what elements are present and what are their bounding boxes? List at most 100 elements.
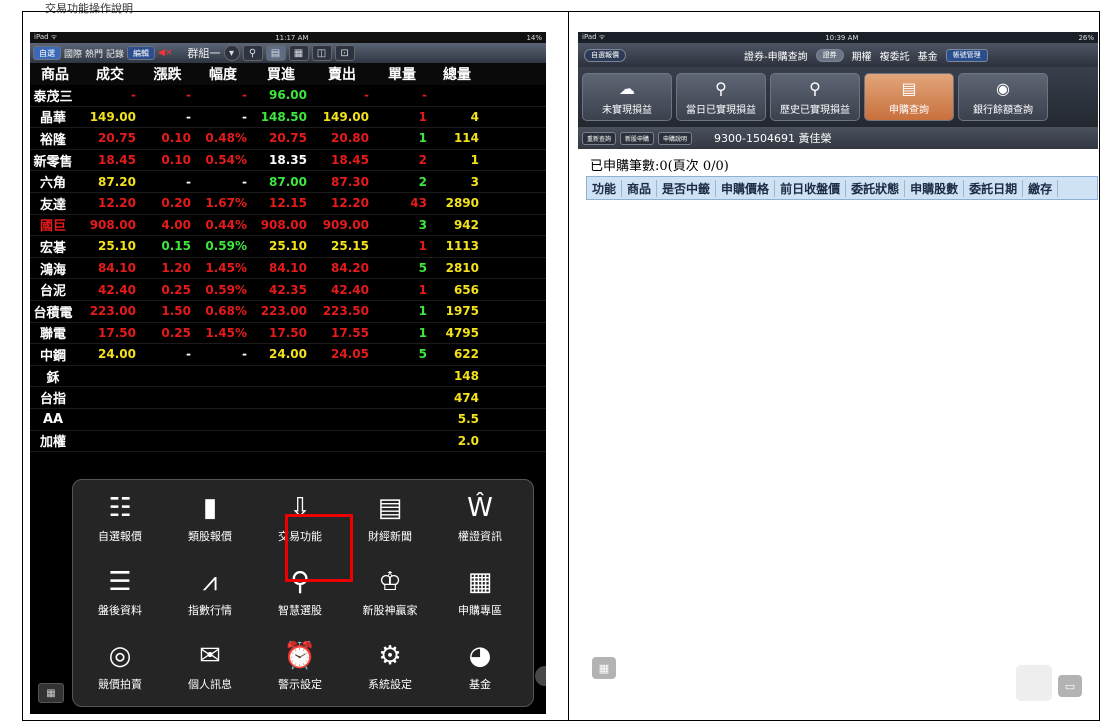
tab-securities[interactable]: 證券 bbox=[815, 48, 844, 62]
table-row[interactable]: AA 5.5 bbox=[30, 409, 546, 431]
cell-total: 3 bbox=[470, 174, 479, 189]
grid-menu-icon[interactable]: ▦ bbox=[592, 657, 616, 679]
table-row[interactable]: 聯電 17.50 0.25 1.45% 17.50 17.55 1 4795 bbox=[30, 323, 546, 345]
table-row[interactable]: 泰茂三 - - - 96.00 - - bbox=[30, 85, 546, 107]
cell-name: 泰茂三 bbox=[33, 89, 73, 105]
col-change[interactable]: 漲跌 bbox=[140, 64, 195, 84]
menu-item-label: 財經新聞 bbox=[368, 530, 412, 543]
table-row[interactable]: 六角 87.20 - - 87.00 87.30 2 3 bbox=[30, 171, 546, 193]
cell-bid: 908.00 bbox=[260, 217, 307, 232]
cell-total: 4 bbox=[470, 109, 479, 124]
cell-pct: 0.59% bbox=[205, 239, 247, 254]
col-header[interactable]: 委託狀態 bbox=[846, 179, 906, 197]
menu-item-watchlist[interactable]: ☷ 自選報價 bbox=[83, 488, 157, 558]
table-row[interactable]: 中鋼 24.00 - - 24.00 24.05 5 622 bbox=[30, 344, 546, 366]
sub-toolbar: 重新查詢 新股申購 申購說明 9300-1504691 黃佳榮 bbox=[578, 127, 1098, 149]
col-header[interactable]: 申購價格 bbox=[716, 179, 776, 197]
cell-total: 622 bbox=[453, 347, 479, 362]
subscription-query-button[interactable]: ▤ 申購查詢 bbox=[864, 73, 954, 121]
screen-toggle-icon[interactable]: ▭ bbox=[1058, 675, 1082, 697]
table-row[interactable]: 新零售 18.45 0.10 0.54% 18.35 18.45 2 1 bbox=[30, 150, 546, 172]
split-view-icon[interactable]: ◫ bbox=[311, 45, 332, 61]
col-header[interactable]: 是否中籤 bbox=[657, 179, 717, 197]
assistive-touch[interactable] bbox=[1016, 665, 1052, 701]
col-header[interactable]: 申購股數 bbox=[905, 179, 965, 197]
tab-watchlist[interactable]: 自選 bbox=[33, 46, 61, 60]
document-icon: ▤ bbox=[901, 78, 917, 98]
cell-name: 中鋼 bbox=[39, 348, 66, 364]
edit-button[interactable]: 編輯 bbox=[127, 46, 156, 60]
grid-menu-icon[interactable]: ▦ bbox=[38, 683, 64, 703]
search-icon[interactable]: ⚲ bbox=[242, 45, 263, 61]
menu-item-pie[interactable]: ◕ 基金 bbox=[443, 636, 517, 706]
cell-bid: 20.75 bbox=[269, 131, 307, 146]
menu-item-news[interactable]: ▤ 財經新聞 bbox=[353, 488, 427, 558]
unrealized-pl-button[interactable]: ☁ 未實現損益 bbox=[582, 73, 672, 121]
tab-international[interactable]: 國際 bbox=[64, 47, 82, 60]
subscription-help-button[interactable]: 申購說明 bbox=[658, 131, 693, 145]
tab-hot[interactable]: 熱門 bbox=[85, 47, 103, 60]
table-row[interactable]: 晶華 149.00- -148.50 149.00 1 4 bbox=[30, 107, 546, 129]
col-bid[interactable]: 買進 bbox=[251, 64, 311, 84]
menu-item-auction[interactable]: ◎ 競價拍賣 bbox=[83, 636, 157, 706]
table-row[interactable]: 國巨 908.00 4.00 0.44% 908.00 909.00 3 942 bbox=[30, 215, 546, 237]
table-row[interactable]: 友達 12.20 0.20 1.67% 12.15 12.20 43 2890 bbox=[30, 193, 546, 215]
col-header[interactable]: 前日收盤價 bbox=[775, 179, 847, 197]
cell-total: 148 bbox=[453, 369, 479, 384]
cell-name: 裕隆 bbox=[39, 132, 66, 148]
table-row[interactable]: 台泥 42.40 0.25 0.59% 42.35 42.40 1 656 bbox=[30, 279, 546, 301]
grid-view-icon[interactable]: ▦ bbox=[288, 45, 309, 61]
cell-name: 加權 bbox=[39, 435, 66, 451]
col-vol[interactable]: 單量 bbox=[373, 64, 431, 84]
list-view-icon[interactable]: ▤ bbox=[265, 45, 286, 61]
menu-item-list[interactable]: ☰ 盤後資料 bbox=[83, 562, 157, 632]
table-row[interactable]: 裕隆 20.75 0.10 0.48% 20.75 20.80 1 114 bbox=[30, 128, 546, 150]
tab-record[interactable]: 記錄 bbox=[106, 47, 124, 60]
cell-chg: - bbox=[186, 347, 191, 362]
tab-multi[interactable]: 複委託 bbox=[880, 48, 910, 63]
col-ask[interactable]: 賣出 bbox=[311, 64, 373, 84]
col-name[interactable]: 商品 bbox=[30, 64, 80, 84]
assistive-touch[interactable] bbox=[535, 666, 546, 686]
alarm-icon: ⏰ bbox=[283, 641, 317, 671]
table-row[interactable]: 加權 2.0 bbox=[30, 431, 546, 453]
requery-button[interactable]: 重新查詢 bbox=[582, 131, 617, 145]
menu-item-subscription-calendar[interactable]: ▦ 申購專區 bbox=[443, 562, 517, 632]
chevron-down-icon[interactable]: ▾ bbox=[223, 45, 240, 61]
table-row[interactable]: 台積電 223.00 1.50 0.68% 223.00 223.50 1 1975 bbox=[30, 301, 546, 323]
col-pct[interactable]: 幅度 bbox=[195, 64, 251, 84]
menu-item-trophy[interactable]: ♔ 新股神贏家 bbox=[353, 562, 427, 632]
table-row[interactable]: 台指 474 bbox=[30, 387, 546, 409]
menu-item-warrant-bag[interactable]: Ŵ 權證資訊 bbox=[443, 488, 517, 558]
mute-icon[interactable]: ◀× bbox=[158, 48, 172, 58]
account-manage-button[interactable]: 帳號管理 bbox=[945, 48, 988, 62]
col-header[interactable]: 商品 bbox=[622, 179, 658, 197]
cell-ask: 24.05 bbox=[331, 347, 369, 362]
col-header[interactable]: 繳存 bbox=[1023, 179, 1059, 197]
cell-total: 5.5 bbox=[457, 412, 479, 427]
col-total[interactable]: 總量 bbox=[431, 64, 483, 84]
new-subscription-button[interactable]: 新股申購 bbox=[620, 131, 655, 145]
col-header[interactable]: 功能 bbox=[587, 179, 623, 197]
table-row[interactable]: 鉌 148 bbox=[30, 366, 546, 388]
menu-item-mail[interactable]: ✉ 個人訊息 bbox=[173, 636, 247, 706]
group-selector[interactable]: 群組一 bbox=[188, 45, 221, 61]
tab-fund[interactable]: 基金 bbox=[918, 48, 938, 63]
quote-button[interactable]: 自選報價 bbox=[584, 48, 626, 62]
menu-item-gear[interactable]: ⚙ 系統設定 bbox=[353, 636, 427, 706]
cell-vol: 1 bbox=[418, 304, 427, 319]
menu-item-line-chart[interactable]: ⩘ 指數行情 bbox=[173, 562, 247, 632]
chart-view-icon[interactable]: ⊡ bbox=[334, 45, 355, 61]
menu-item-bar-chart[interactable]: ▮ 類股報價 bbox=[173, 488, 247, 558]
cell-chg: 0.10 bbox=[161, 131, 191, 146]
bank-balance-button[interactable]: ◉ 銀行餘額查詢 bbox=[958, 73, 1048, 121]
table-row[interactable]: 鴻海 84.10 1.20 1.45% 84.10 84.20 5 2810 bbox=[30, 258, 546, 280]
cell-name: 友達 bbox=[39, 197, 66, 213]
col-price[interactable]: 成交 bbox=[80, 64, 140, 84]
history-realized-pl-button[interactable]: ⚲ 歷史已實現損益 bbox=[770, 73, 860, 121]
tab-futures[interactable]: 期權 bbox=[852, 48, 872, 63]
daily-realized-pl-button[interactable]: ⚲ 當日已實現損益 bbox=[676, 73, 766, 121]
menu-item-alarm[interactable]: ⏰ 警示設定 bbox=[263, 636, 337, 706]
col-header[interactable]: 委託日期 bbox=[964, 179, 1024, 197]
table-row[interactable]: 宏碁 25.10 0.15 0.59% 25.10 25.15 1 1113 bbox=[30, 236, 546, 258]
